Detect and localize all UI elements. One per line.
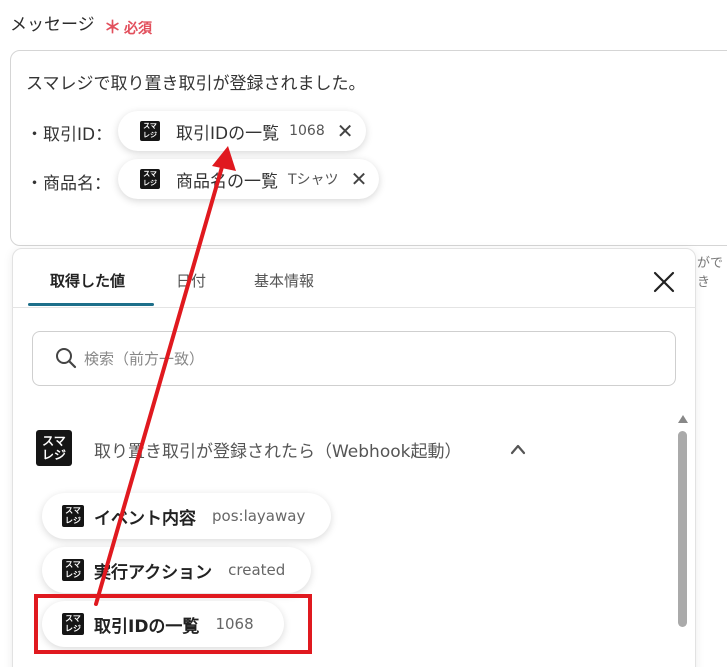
scroll-up-arrow-icon[interactable] xyxy=(677,414,689,424)
item-value: created xyxy=(228,561,286,579)
tab-retrieved-values[interactable]: 取得した値 xyxy=(50,270,125,291)
smaregi-logo-icon: スマ レジ xyxy=(62,505,84,527)
required-asterisk: ＊ xyxy=(104,18,121,38)
annotation-highlight-box xyxy=(34,594,312,654)
tab-date[interactable]: 日付 xyxy=(176,270,206,291)
smaregi-logo-icon: スマ レジ xyxy=(36,430,72,466)
remove-chip-icon[interactable]: ✕ xyxy=(337,121,354,141)
active-tab-indicator xyxy=(28,303,154,306)
search-placeholder: 検索（前方一致） xyxy=(84,350,205,368)
value-item-event-content[interactable]: スマ レジ イベント内容 pos:layaway xyxy=(42,493,332,539)
field-label: メッセージ xyxy=(10,15,95,35)
smaregi-logo-icon: スマ レジ xyxy=(140,121,160,141)
item-name: 実行アクション xyxy=(94,562,213,583)
hint-text-fragment: ができ xyxy=(697,256,724,290)
chip-value: 1068 xyxy=(289,123,325,139)
search-icon xyxy=(56,348,77,369)
variable-chip-product-name[interactable]: スマ レジ 商品名の一覧 Tシャツ ✕ xyxy=(118,159,380,199)
close-icon[interactable] xyxy=(652,270,676,294)
required-badge: ＊必須 xyxy=(104,13,152,38)
item-name: イベント内容 xyxy=(94,508,196,529)
tab-divider xyxy=(12,307,696,308)
item-value: pos:layaway xyxy=(212,507,306,525)
trigger-group-title[interactable]: 取り置き取引が登録されたら（Webhook起動） xyxy=(94,437,461,462)
tab-basic-info[interactable]: 基本情報 xyxy=(254,270,314,291)
row-label-product-name: ・商品名： xyxy=(26,174,111,194)
required-text: 必須 xyxy=(124,21,152,37)
chevron-up-icon[interactable] xyxy=(509,442,527,456)
chip-name: 商品名の一覧 xyxy=(176,171,278,192)
smaregi-logo-icon: スマ レジ xyxy=(62,559,84,581)
variable-chip-transaction-id[interactable]: スマ レジ 取引IDの一覧 1068 ✕ xyxy=(118,111,366,151)
message-text: スマレジで取り置き取引が登録されました。 xyxy=(26,74,366,94)
scrollbar-thumb[interactable] xyxy=(678,431,687,627)
row-label-transaction-id: ・取引ID： xyxy=(26,125,113,145)
smaregi-logo-icon: スマ レジ xyxy=(140,169,160,189)
remove-chip-icon[interactable]: ✕ xyxy=(351,169,368,189)
value-item-action[interactable]: スマ レジ 実行アクション created xyxy=(42,547,312,593)
chip-value: Tシャツ xyxy=(288,172,339,188)
chip-name: 取引IDの一覧 xyxy=(176,123,280,144)
